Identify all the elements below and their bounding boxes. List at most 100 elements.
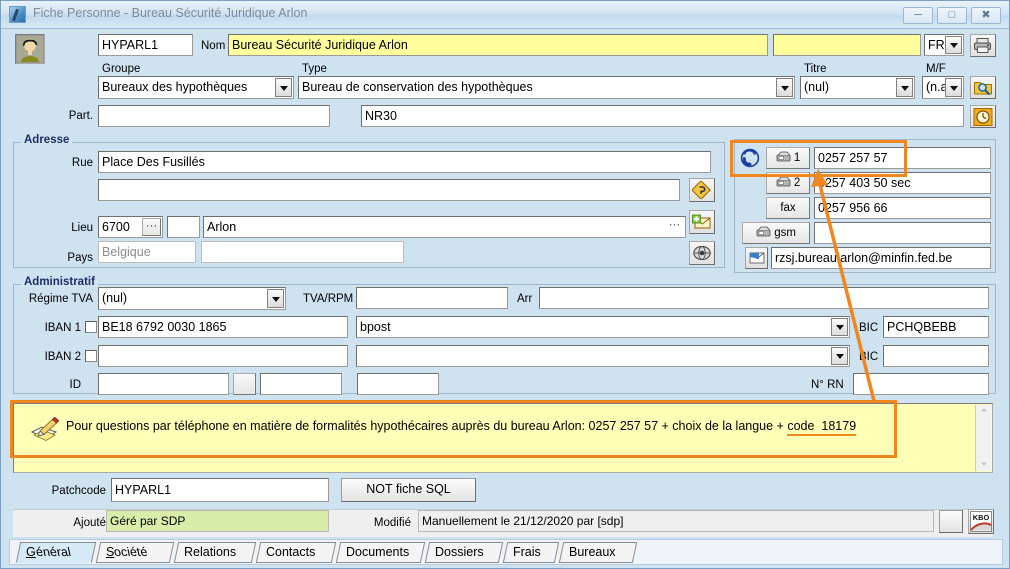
iban1-label: IBAN 1 — [44, 322, 81, 334]
tab-dossiers[interactable]: Dossiers — [424, 542, 504, 563]
bank1-value: bpost — [360, 320, 391, 334]
gsm-button[interactable]: gsm — [742, 222, 810, 244]
chevron-down-icon[interactable] — [275, 78, 292, 97]
tva-rpm-label: TVA/RPM — [303, 293, 354, 305]
email-field[interactable]: rzsj.bureau.arlon@minfin.fed.be — [771, 247, 991, 269]
tab-relations-label: Relations — [184, 545, 237, 559]
kbo-button[interactable]: KBO — [968, 509, 994, 534]
id-field[interactable] — [98, 373, 229, 395]
tva-rpm-field[interactable] — [356, 287, 508, 309]
arr-field[interactable] — [539, 287, 989, 309]
tel2-field[interactable]: 0257 403 50 sec — [814, 172, 991, 194]
iban2-field[interactable] — [98, 345, 348, 367]
bank1-select[interactable]: bpost — [356, 316, 850, 338]
note-panel[interactable]: Pour questions par téléphone en matière … — [13, 403, 993, 473]
chevron-down-icon[interactable] — [776, 78, 793, 97]
adresse-group-label: Adresse — [21, 134, 73, 146]
titre-select[interactable]: (nul) — [800, 76, 915, 99]
note-scrollbar[interactable]: ⌃ ⌄ — [975, 405, 991, 471]
pays-field[interactable]: Belgique — [98, 241, 196, 263]
rue-field[interactable]: Place Des Fusillés — [98, 151, 711, 173]
id-field-2[interactable] — [260, 373, 342, 395]
city-picker-button[interactable]: ··· — [665, 218, 684, 236]
chevron-down-icon[interactable] — [831, 347, 848, 365]
postal-code-picker-button[interactable]: ··· — [142, 218, 161, 236]
maximize-button[interactable]: □ — [937, 7, 967, 24]
note-text-main: Pour questions par téléphone en matière … — [66, 419, 788, 433]
chevron-down-icon[interactable] — [945, 78, 962, 97]
type-select[interactable]: Bureau de conservation des hypothèques — [298, 76, 795, 99]
nom-field[interactable]: Bureau Sécurité Juridique Arlon — [228, 34, 768, 56]
email-send-button[interactable] — [745, 247, 768, 269]
bic2-field[interactable] — [883, 345, 989, 367]
close-icon: ✖ — [981, 9, 991, 21]
mf-label: M/F — [926, 63, 946, 75]
tab-frais-label: Frais — [513, 545, 541, 559]
id-label: ID — [69, 379, 82, 391]
chevron-down-icon[interactable] — [267, 289, 284, 308]
scroll-down-icon[interactable]: ⌄ — [976, 455, 992, 469]
print-button[interactable] — [970, 34, 996, 57]
chevron-down-icon[interactable] — [896, 78, 913, 97]
history-button[interactable] — [970, 105, 996, 128]
patchcode-field[interactable]: HYPARL1 — [111, 478, 329, 502]
pays-extra-field[interactable] — [201, 241, 404, 263]
search-button[interactable] — [970, 76, 996, 99]
tab-societe[interactable]: Société — [95, 542, 175, 563]
tab-frais[interactable]: Frais — [502, 542, 560, 563]
phone-ring-icon — [738, 147, 762, 169]
rue2-field[interactable] — [98, 179, 680, 201]
window-titlebar: Fiche Personne - Bureau Sécurité Juridiq… — [1, 1, 1009, 29]
city-field[interactable]: Arlon — [203, 216, 686, 238]
tab-strip: Général Société Relations Contacts Docum… — [9, 539, 1003, 565]
nom-label: Nom — [201, 40, 226, 52]
iban2-label: IBAN 2 — [44, 351, 81, 363]
tel2-button[interactable]: 2 — [766, 172, 810, 194]
id-picker-button[interactable] — [233, 373, 256, 395]
nrn-field[interactable] — [853, 373, 989, 395]
code-field[interactable]: HYPARL1 — [98, 34, 193, 56]
lieu-sub-field[interactable] — [167, 216, 200, 238]
fax-field[interactable]: 0257 956 66 — [814, 197, 991, 219]
iban1-field[interactable]: BE18 6792 0030 1865 — [98, 316, 348, 338]
new-mail-button[interactable] — [689, 210, 715, 234]
web-button[interactable] — [689, 241, 715, 265]
bank2-select[interactable] — [356, 345, 850, 367]
tab-general[interactable]: Général — [15, 542, 97, 563]
nr-field[interactable]: NR30 — [361, 105, 964, 127]
svg-text:KBO: KBO — [973, 513, 990, 522]
gsm-field[interactable] — [814, 222, 991, 244]
tel1-button[interactable]: 1 — [766, 147, 810, 169]
rue-label: Rue — [71, 157, 93, 169]
map-button[interactable] — [689, 178, 715, 202]
minimize-button[interactable]: ─ — [903, 7, 933, 24]
scroll-up-icon[interactable]: ⌃ — [976, 407, 992, 421]
id-field-3[interactable] — [357, 373, 439, 395]
audit-extra-button[interactable] — [939, 510, 963, 533]
tab-contacts[interactable]: Contacts — [255, 542, 337, 563]
fax-button[interactable]: fax — [766, 197, 810, 219]
lieu-label: Lieu — [71, 222, 93, 234]
gsm-button-label: gsm — [774, 227, 796, 239]
regime-tva-select[interactable]: (nul) — [98, 287, 286, 310]
tab-relations[interactable]: Relations — [173, 542, 257, 563]
tab-bureaux[interactable]: Bureaux — [558, 542, 638, 563]
note-text: Pour questions par téléphone en matière … — [66, 418, 962, 436]
restore-icon: □ — [948, 9, 956, 21]
tab-documents[interactable]: Documents — [335, 542, 426, 563]
mf-select[interactable]: (n.a — [922, 76, 964, 99]
not-fiche-sql-button[interactable]: NOT fiche SQL — [341, 478, 476, 502]
chevron-down-icon[interactable] — [945, 36, 962, 54]
app-icon — [9, 6, 26, 23]
iban2-checkbox[interactable] — [85, 350, 97, 362]
language-select[interactable]: FR — [924, 34, 964, 56]
tel1-field[interactable]: 0257 257 57 — [814, 147, 991, 169]
nom-alt-field[interactable] — [773, 34, 921, 56]
bic1-field[interactable]: PCHQBEBB — [883, 316, 989, 338]
part-field[interactable] — [98, 105, 330, 127]
iban1-checkbox[interactable] — [85, 321, 97, 333]
tab-bureaux-label: Bureaux — [569, 545, 616, 559]
close-button[interactable]: ✖ — [971, 7, 1001, 24]
chevron-down-icon[interactable] — [831, 318, 848, 336]
groupe-select[interactable]: Bureaux des hypothèques — [98, 76, 294, 99]
